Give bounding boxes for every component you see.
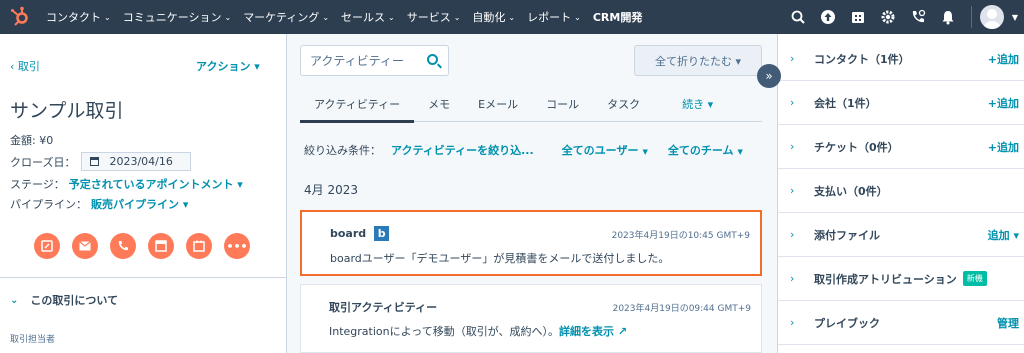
- filter-activity-dropdown[interactable]: アクティビティーを絞り込...: [391, 142, 534, 158]
- close-date-field[interactable]: 2023/04/16: [81, 152, 192, 171]
- note-button[interactable]: [34, 233, 60, 259]
- search-icon[interactable]: [783, 0, 813, 34]
- activity-card-board[interactable]: board b 2023年4月19日の10:45 GMT+9 boardユーザー「…: [300, 210, 762, 276]
- chevron-right-icon: ›: [790, 316, 795, 329]
- section-tickets[interactable]: › チケット（0件） +追加: [778, 125, 1024, 169]
- section-divider: [0, 277, 286, 278]
- add-ticket-link[interactable]: +追加: [988, 139, 1019, 155]
- card-title: 取引アクティビティー: [329, 301, 438, 314]
- deal-owner-label: 取引担当者: [10, 335, 56, 345]
- stage-dropdown[interactable]: 予定されているアポイントメント ▾: [69, 176, 243, 192]
- marketplace-icon[interactable]: [843, 0, 873, 34]
- close-date-property: クローズ日： 2023/04/16: [10, 152, 192, 171]
- card-title: board: [330, 227, 367, 240]
- top-navigation: コンタクト ⌄ コミュニケーション ⌄ マーケティング ⌄ セールス ⌄ サービス ⌄ 自…: [0, 0, 1024, 34]
- pipeline-property: パイプライン： 販売パイプライン ▾: [10, 196, 189, 212]
- activity-search-input[interactable]: アクティビティー: [300, 45, 449, 76]
- about-section-toggle[interactable]: ⌄ この取引について: [10, 292, 118, 308]
- chevron-down-icon: ⌄: [10, 294, 19, 306]
- calling-icon[interactable]: [903, 0, 933, 34]
- nav-divider: [970, 6, 972, 28]
- nav-crm-dev[interactable]: CRM開発: [587, 9, 649, 25]
- chevron-right-icon: ›: [790, 96, 795, 109]
- card-timestamp: 2023年4月19日の10:45 GMT+9: [611, 231, 750, 241]
- nav-sales[interactable]: セールス ⌄: [335, 9, 401, 25]
- filter-teams-dropdown[interactable]: 全てのチーム ▼: [668, 142, 743, 158]
- tab-calls[interactable]: コール: [532, 86, 593, 122]
- more-actions-button[interactable]: •••: [224, 233, 250, 259]
- notifications-bell-icon[interactable]: [933, 0, 963, 34]
- hubspot-logo[interactable]: [0, 0, 40, 34]
- section-companies[interactable]: › 会社（1件） +追加: [778, 81, 1024, 125]
- chevron-right-icon: ›: [790, 272, 795, 285]
- nav-automation[interactable]: 自動化 ⌄: [466, 9, 521, 25]
- settings-icon[interactable]: [873, 0, 903, 34]
- board-app-logo: b: [374, 226, 390, 241]
- section-playbooks[interactable]: › プレイブック 管理: [778, 301, 1024, 345]
- add-contact-link[interactable]: +追加: [988, 51, 1019, 67]
- tab-email[interactable]: Eメール: [464, 86, 532, 122]
- tab-more[interactable]: 続き ▾: [668, 86, 727, 122]
- nav-communications[interactable]: コミュニケーション ⌄: [117, 9, 237, 25]
- activity-timeline: アクティビティー 全て折りたたむ ▾ » アクティビティー メモ Eメール コー…: [288, 34, 781, 353]
- calendar-icon: [90, 157, 100, 166]
- section-deal-attribution[interactable]: › 取引作成アトリビューション 新機: [778, 257, 1024, 301]
- search-icon: [427, 54, 438, 65]
- record-sidebar: ‹ 取引 アクション ▾ サンプル取引 金額: ¥0 クローズ日： 2023/0…: [0, 34, 287, 353]
- card-body: boardユーザー「デモユーザー」が見積書をメールで送付しました。: [330, 252, 670, 265]
- nav-contacts[interactable]: コンタクト ⌄: [40, 9, 117, 25]
- nav-marketing[interactable]: マーケティング ⌄: [237, 9, 335, 25]
- meeting-button[interactable]: [186, 233, 212, 259]
- record-title[interactable]: サンプル取引: [10, 96, 123, 123]
- quick-actions: •••: [34, 233, 262, 259]
- chevron-right-icon: ›: [790, 52, 795, 65]
- amount-property[interactable]: 金額: ¥0: [10, 132, 53, 148]
- section-payments[interactable]: › 支払い（0件）: [778, 169, 1024, 213]
- manage-playbooks-link[interactable]: 管理: [997, 315, 1019, 331]
- section-contacts[interactable]: › コンタクト（1件） +追加: [778, 37, 1024, 81]
- task-button[interactable]: [148, 233, 174, 259]
- chevron-right-icon: ›: [790, 228, 795, 241]
- month-heading: 4月 2023: [304, 183, 358, 197]
- tab-notes[interactable]: メモ: [414, 86, 464, 122]
- activity-card-deal[interactable]: 取引アクティビティー 2023年4月19日の09:44 GMT+9 Integr…: [300, 284, 762, 353]
- collapse-all-button[interactable]: 全て折りたたむ ▾: [634, 45, 762, 76]
- add-company-link[interactable]: +追加: [988, 95, 1019, 111]
- add-attachment-dropdown[interactable]: 追加 ▾: [988, 227, 1019, 243]
- expand-right-panel-icon[interactable]: »: [757, 64, 781, 88]
- actions-dropdown[interactable]: アクション ▾: [196, 58, 260, 74]
- section-attachments[interactable]: › 添付ファイル 追加 ▾: [778, 213, 1024, 257]
- filter-bar: 絞り込み条件： アクティビティーを絞り込... 全てのユーザー ▼ 全てのチーム ▼: [304, 142, 743, 158]
- card-body: Integrationによって移動（取引が、成約へ）。詳細を表示 ↗: [329, 325, 628, 338]
- email-button[interactable]: [72, 233, 98, 259]
- upgrade-icon[interactable]: [813, 0, 843, 34]
- chevron-right-icon: ›: [790, 184, 795, 197]
- tab-tasks[interactable]: タスク: [593, 86, 654, 122]
- card-timestamp: 2023年4月19日の09:44 GMT+9: [612, 304, 751, 314]
- view-details-link[interactable]: 詳細を表示 ↗: [559, 325, 627, 338]
- nav-reports[interactable]: レポート ⌄: [521, 9, 587, 25]
- call-button[interactable]: [110, 233, 136, 259]
- new-badge: 新機: [962, 271, 987, 286]
- stage-property: ステージ： 予定されているアポイントメント ▾: [10, 176, 243, 192]
- associations-sidebar: › コンタクト（1件） +追加 › 会社（1件） +追加 › チケット（0件） …: [777, 34, 1024, 353]
- pipeline-dropdown[interactable]: 販売パイプライン ▾: [91, 196, 188, 212]
- user-avatar[interactable]: [979, 5, 1004, 29]
- activity-tabs: アクティビティー メモ Eメール コール タスク 続き ▾: [300, 86, 762, 123]
- back-to-deals-link[interactable]: ‹ 取引: [10, 58, 40, 74]
- chevron-right-icon: ›: [790, 140, 795, 153]
- tab-activity[interactable]: アクティビティー: [300, 86, 415, 123]
- filter-users-dropdown[interactable]: 全てのユーザー ▼: [562, 142, 648, 158]
- account-chevron-down-icon[interactable]: ▼: [1012, 13, 1018, 22]
- nav-service[interactable]: サービス ⌄: [401, 9, 467, 25]
